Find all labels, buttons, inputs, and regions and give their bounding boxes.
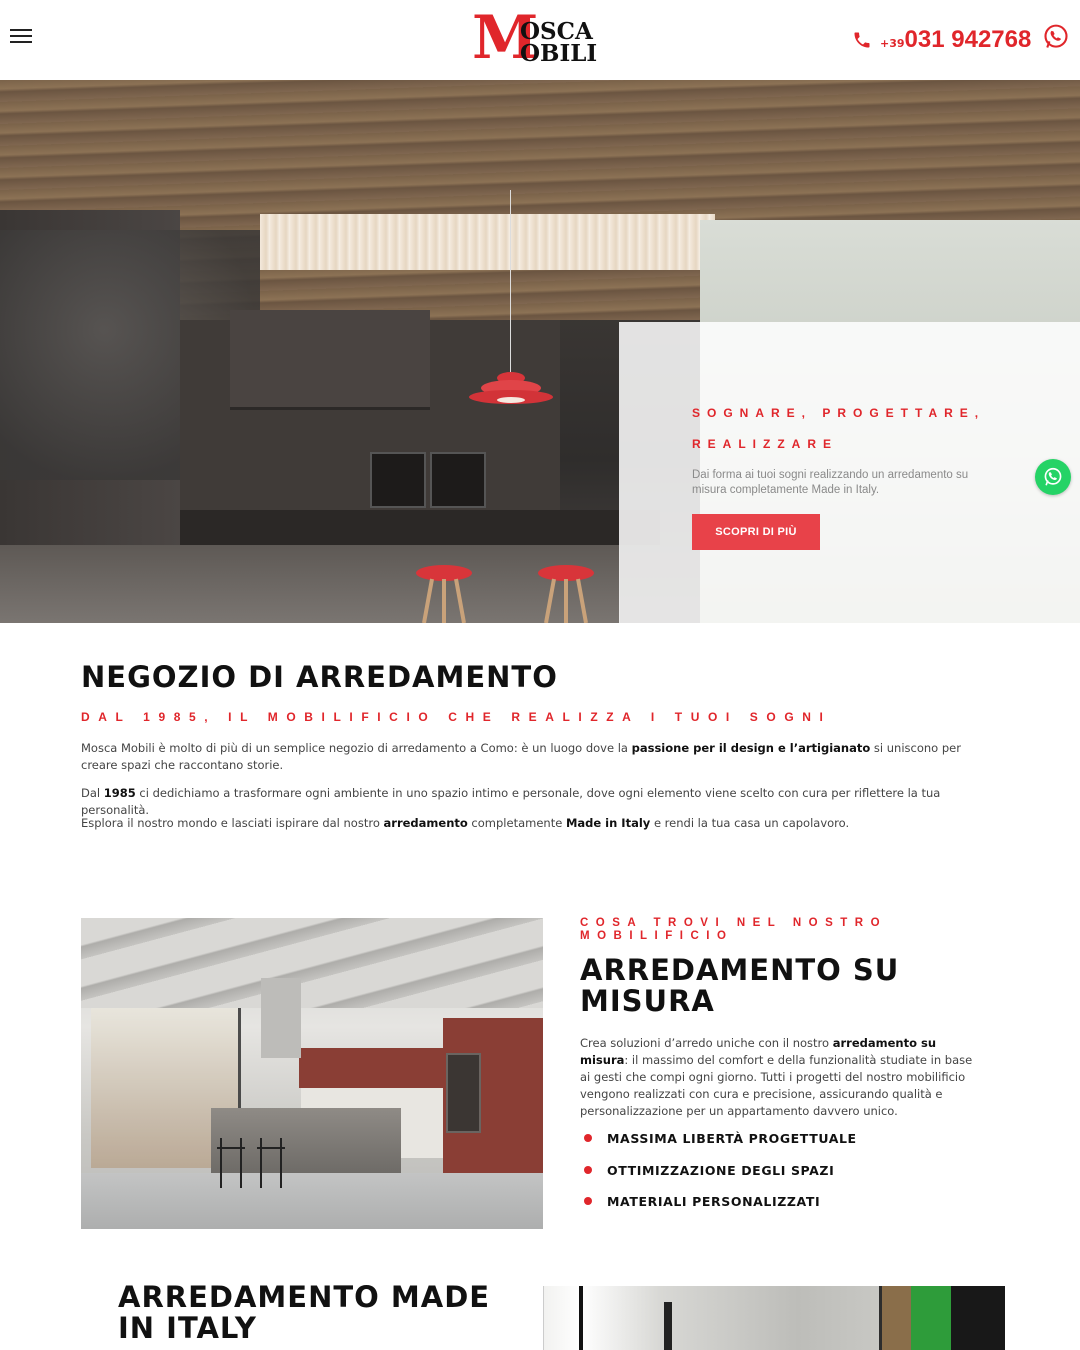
feature-label: OTTIMIZZAZIONE DEGLI SPAZI bbox=[607, 1162, 835, 1178]
image-shelf bbox=[879, 1286, 911, 1350]
feature-item: OTTIMIZZAZIONE DEGLI SPAZI bbox=[584, 1159, 984, 1191]
feature-item: MATERIALI PERSONALIZZATI bbox=[584, 1190, 984, 1222]
text-span: Crea soluzioni d’arredo uniche con il no… bbox=[580, 1036, 833, 1050]
stool-icon bbox=[416, 565, 472, 623]
text-span: Dal bbox=[81, 786, 104, 800]
feature-label: MATERIALI PERSONALIZZATI bbox=[607, 1194, 821, 1209]
hamburger-menu-icon[interactable] bbox=[10, 27, 34, 45]
discover-more-button[interactable]: SCOPRI DI PIÙ bbox=[692, 514, 820, 550]
image-lamp bbox=[664, 1302, 672, 1350]
bold-text: Made in Italy bbox=[565, 816, 651, 830]
hero-image-lamp-cord bbox=[510, 190, 511, 380]
intro-paragraph-2: Dal 1985 ci dedichiamo a trasformare ogn… bbox=[81, 785, 1001, 819]
intro-title: NEGOZIO DI ARREDAMENTO bbox=[81, 660, 558, 694]
kitchen-image bbox=[81, 918, 543, 1229]
logo-line-2: OBILI bbox=[520, 40, 598, 67]
hero-overlay-panel bbox=[619, 322, 1080, 623]
kitchen-image-floor bbox=[81, 1173, 543, 1229]
whatsapp-float-button[interactable] bbox=[1035, 459, 1071, 495]
intro-paragraph-1: Mosca Mobili è molto di più di un sempli… bbox=[81, 740, 1001, 774]
site-header: M OSCA OBILI +39 031 942768 bbox=[0, 0, 1080, 80]
hero-image-oven bbox=[430, 452, 486, 508]
text-span: Esplora il nostro mondo e lasciati ispir… bbox=[81, 816, 384, 830]
text-span: completamente bbox=[467, 816, 566, 830]
phone-link[interactable]: +39 031 942768 bbox=[852, 25, 1031, 55]
feature-label: MASSIMA LIBERTÀ PROGETTUALE bbox=[607, 1131, 857, 1146]
feature-item: MASSIMA LIBERTÀ PROGETTUALE bbox=[584, 1127, 984, 1159]
kitchen-image-upper-cabinets bbox=[299, 1048, 446, 1088]
text-span: e rendi la tua casa un capolavoro. bbox=[650, 816, 850, 830]
hero-image-oven bbox=[370, 452, 426, 508]
bold-text: 1985 bbox=[103, 786, 136, 800]
kitchen-image-hood bbox=[261, 978, 301, 1058]
bar-stools-icon bbox=[217, 1138, 285, 1188]
bullet-dot-icon bbox=[584, 1165, 592, 1174]
features-list: MASSIMA LIBERTÀ PROGETTUALE OTTIMIZZAZIO… bbox=[584, 1127, 984, 1222]
text-span: : il massimo del comfort e della funzion… bbox=[580, 1053, 973, 1118]
intro-subtitle: DAL 1985, IL MOBILIFICIO CHE REALIZZA I … bbox=[81, 710, 832, 724]
su-misura-title: ARREDAMENTO SU MISURA bbox=[580, 953, 900, 1018]
phone-icon bbox=[854, 32, 870, 48]
text-span: Mosca Mobili è molto di più di un sempli… bbox=[81, 741, 632, 755]
bold-text: arredamento bbox=[383, 816, 468, 830]
whatsapp-icon bbox=[1044, 467, 1062, 486]
bullet-dot-icon bbox=[584, 1197, 592, 1205]
kitchen-image-beams bbox=[81, 918, 543, 1008]
hero-image-floor bbox=[0, 545, 620, 623]
pendant-lamp-icon bbox=[469, 372, 553, 404]
whatsapp-icon[interactable] bbox=[1042, 23, 1070, 51]
image-black-panel bbox=[951, 1286, 1005, 1350]
stool-icon bbox=[538, 565, 594, 623]
phone-prefix: +39 bbox=[880, 36, 905, 50]
intro-paragraph-3: Esplora il nostro mondo e lasciati ispir… bbox=[81, 815, 1001, 832]
logo[interactable]: M OSCA OBILI bbox=[472, 8, 618, 68]
hero-image-upper-cabinets bbox=[230, 310, 430, 410]
su-misura-text: Crea soluzioni d’arredo uniche con il no… bbox=[580, 1035, 978, 1120]
image-green-panel bbox=[911, 1286, 951, 1350]
phone-number: 031 942768 bbox=[904, 26, 1032, 53]
hero-section bbox=[0, 80, 1080, 623]
bold-text: passione per il design e l’artigianato bbox=[631, 741, 871, 755]
text-span: ci dedichiamo a trasformare ogni ambient… bbox=[81, 786, 941, 817]
hero-image-skylight bbox=[260, 214, 715, 270]
hero-image-counter bbox=[180, 510, 660, 545]
made-in-italy-title: ARREDAMENTO MADE IN ITALY bbox=[118, 1280, 491, 1345]
made-in-italy-image bbox=[543, 1286, 1005, 1350]
section-eyebrow: COSA TROVI NEL NOSTRO MOBILIFICIO bbox=[580, 917, 888, 942]
kitchen-image-ovens bbox=[446, 1053, 481, 1133]
bullet-dot-icon bbox=[584, 1134, 592, 1142]
image-pole bbox=[579, 1286, 583, 1350]
